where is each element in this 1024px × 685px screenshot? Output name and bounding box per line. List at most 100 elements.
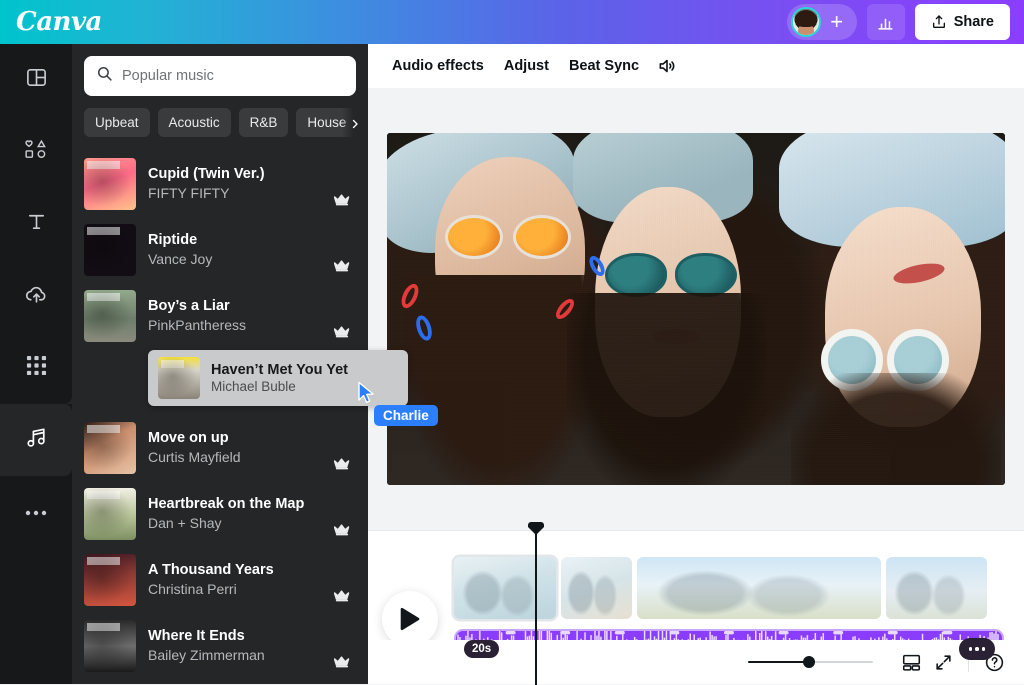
sidebar-item-design[interactable] <box>0 44 72 116</box>
track-list: Cupid (Twin Ver.) FIFTY FIFTY Riptide Vance… <box>72 147 368 679</box>
expand-arrows-icon[interactable] <box>927 646 959 678</box>
chip-rnb[interactable]: R&B <box>238 108 289 137</box>
track-title: A Thousand Years <box>148 562 274 579</box>
track-artist: Bailey Zimmerman <box>148 647 265 664</box>
play-icon <box>400 607 420 631</box>
shapes-icon <box>24 138 49 166</box>
track-artist: Vance Joy <box>148 251 213 268</box>
timeline-clip[interactable] <box>454 557 556 619</box>
track-artist: Christina Perri <box>148 581 237 598</box>
crown-icon[interactable] <box>330 583 354 607</box>
add-collaborator-button[interactable]: + <box>821 6 853 38</box>
ellipsis-icon <box>25 503 47 521</box>
album-art <box>158 357 200 399</box>
speaker-volume-icon[interactable] <box>649 49 687 83</box>
track-list-item[interactable]: Cupid (Twin Ver.) FIFTY FIFTY <box>72 151 368 217</box>
sidebar-item-uploads[interactable] <box>0 260 72 332</box>
canva-logo[interactable]: Canva <box>16 9 102 35</box>
tool-adjust[interactable]: Adjust <box>494 51 559 81</box>
track-title: Where It Ends <box>148 628 245 645</box>
sidebar-item-audio[interactable] <box>0 404 72 476</box>
track-list-item[interactable]: A Thousand Years Christina Perri <box>72 547 368 613</box>
chip-upbeat[interactable]: Upbeat <box>84 108 150 137</box>
audio-track-menu-button[interactable] <box>959 638 995 660</box>
canvas-area <box>368 88 1024 530</box>
photo-grain <box>387 133 1005 485</box>
track-artist: FIFTY FIFTY <box>148 185 230 202</box>
editor-main: Audio effects Adjust Beat Sync 20s <box>368 44 1024 685</box>
track-title: Heartbreak on the Map <box>148 496 305 513</box>
track-meta: Move on up Curtis Mayfield <box>148 429 318 466</box>
audio-toolbar: Audio effects Adjust Beat Sync <box>368 44 1024 88</box>
crown-icon[interactable] <box>330 187 354 211</box>
tool-audio-effects[interactable]: Audio effects <box>382 51 494 81</box>
track-artist: Dan + Shay <box>148 515 222 532</box>
cloud-upload-icon <box>24 281 49 311</box>
track-meta: Heartbreak on the Map Dan + Shay <box>148 495 318 532</box>
app-header: Canva + Share <box>0 0 1024 44</box>
album-art <box>84 488 136 540</box>
left-rail <box>0 44 72 684</box>
collaborator-cursor: Charlie <box>357 381 438 426</box>
design-canvas[interactable] <box>387 133 1005 485</box>
audio-duration-badge: 20s <box>464 640 500 658</box>
user-avatar[interactable] <box>790 7 821 37</box>
track-title: Riptide <box>148 232 198 249</box>
share-button[interactable]: Share <box>914 4 1010 40</box>
track-artist: Curtis Mayfield <box>148 449 241 466</box>
tool-beat-sync[interactable]: Beat Sync <box>559 51 649 81</box>
track-list-item[interactable]: Boy’s a Liar PinkPantheress <box>72 283 368 349</box>
clip-strip <box>454 557 987 619</box>
track-list-item[interactable]: Riptide Vance Joy <box>72 217 368 283</box>
pointer-cursor-icon <box>358 381 374 404</box>
album-art <box>84 224 136 276</box>
play-button[interactable] <box>382 591 438 647</box>
search-input[interactable] <box>122 68 344 84</box>
zoom-slider[interactable] <box>748 655 873 669</box>
sidebar-item-text[interactable] <box>0 188 72 260</box>
sidebar-item-elements[interactable] <box>0 116 72 188</box>
crown-icon[interactable] <box>330 649 354 673</box>
track-artist: PinkPantheress <box>148 317 247 334</box>
zoom-slider-knob[interactable] <box>803 656 815 668</box>
chevron-right-icon[interactable] <box>342 108 368 140</box>
album-art <box>84 422 136 474</box>
crown-icon[interactable] <box>330 517 354 541</box>
album-art <box>84 158 136 210</box>
timeline-clip[interactable] <box>886 557 987 619</box>
album-art <box>84 290 136 342</box>
collaborator-name-label: Charlie <box>374 405 438 426</box>
playhead[interactable] <box>535 531 537 685</box>
bar-chart-icon[interactable] <box>866 4 905 40</box>
timeline-clip[interactable] <box>637 557 881 619</box>
layout-panel-icon <box>25 66 48 94</box>
chip-acoustic[interactable]: Acoustic <box>157 108 231 137</box>
crown-icon[interactable] <box>330 253 354 277</box>
track-list-item[interactable]: Heartbreak on the Map Dan + Shay <box>72 481 368 547</box>
music-note-icon <box>24 425 49 455</box>
text-t-icon <box>25 210 48 238</box>
crown-icon[interactable] <box>330 319 354 343</box>
album-art <box>84 554 136 606</box>
track-meta: A Thousand Years Christina Perri <box>148 561 318 598</box>
track-meta: Cupid (Twin Ver.) FIFTY FIFTY <box>148 165 318 202</box>
search-section <box>72 44 368 96</box>
header-right-controls: + Share <box>786 4 1024 40</box>
dragged-track-title: Haven’t Met You Yet <box>211 362 348 378</box>
track-list-item[interactable]: Where It Ends Bailey Zimmerman <box>72 613 368 679</box>
search-box[interactable] <box>84 56 356 96</box>
filter-chips: Upbeat Acoustic R&B House Jazz <box>72 96 368 147</box>
sidebar-item-more[interactable] <box>0 476 72 548</box>
track-list-item[interactable]: Move on up Curtis Mayfield <box>72 415 368 481</box>
track-meta: Riptide Vance Joy <box>148 231 318 268</box>
crown-icon[interactable] <box>330 451 354 475</box>
sidebar-item-apps[interactable] <box>0 332 72 404</box>
pages-grid-icon[interactable] <box>895 646 927 678</box>
collaborators-pill: + <box>786 4 857 40</box>
track-meta: Where It Ends Bailey Zimmerman <box>148 627 318 664</box>
upload-icon <box>932 15 945 28</box>
search-icon <box>96 65 113 87</box>
timeline-clip[interactable] <box>561 557 632 619</box>
track-title: Move on up <box>148 430 229 447</box>
track-title: Boy’s a Liar <box>148 298 230 315</box>
